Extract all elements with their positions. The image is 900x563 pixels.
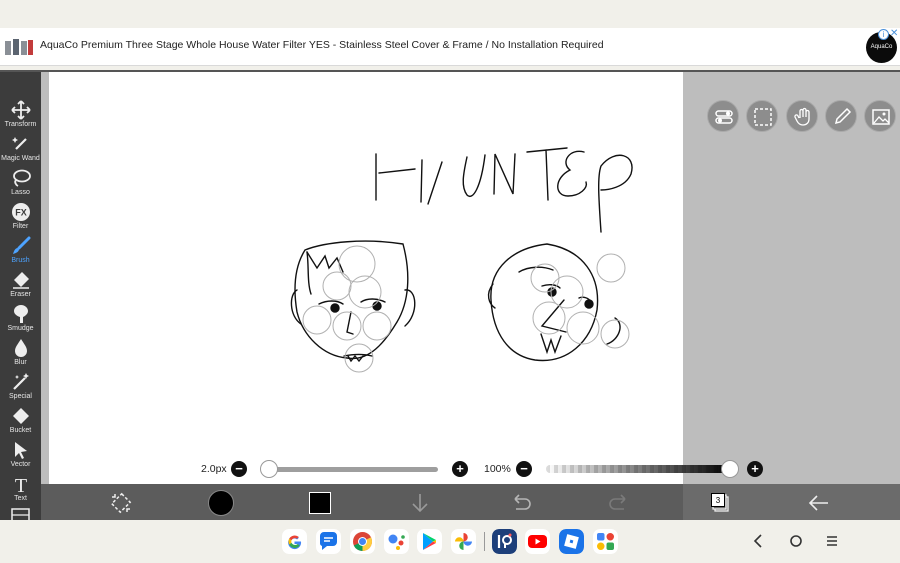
eyedropper-button[interactable]	[825, 100, 857, 132]
assistant-app-icon[interactable]	[384, 529, 409, 554]
text-icon: T	[14, 475, 26, 494]
roblox-app-icon[interactable]	[559, 529, 584, 554]
tool-label: Smudge	[7, 325, 34, 332]
tool-label: Text	[14, 495, 27, 502]
tool-lasso[interactable]: Lasso	[0, 168, 41, 202]
tool-blur[interactable]: Blur	[0, 338, 41, 372]
tool-label: Lasso	[11, 189, 30, 196]
nav-home-icon[interactable]	[786, 531, 806, 551]
ibispaint-app-icon[interactable]	[492, 529, 517, 554]
tool-label: Bucket	[9, 427, 32, 434]
sketch-artwork	[290, 147, 633, 373]
image-material-button[interactable]	[864, 100, 896, 132]
dock-divider	[484, 532, 485, 551]
tool-label: Filter	[12, 223, 29, 230]
drawing-app: Transform Magic Wand Lasso FX Filter Bru…	[0, 70, 900, 522]
layer-count-badge: 3	[711, 493, 725, 507]
transform-icon	[10, 100, 31, 120]
google-app-icon[interactable]	[282, 529, 307, 554]
eraser-icon	[12, 272, 29, 289]
special-icon	[12, 373, 29, 390]
tool-label: Eraser	[10, 291, 31, 298]
filter-icon: FX	[11, 203, 30, 221]
bottom-action-bar: 3	[41, 484, 900, 522]
svg-text:FX: FX	[15, 208, 27, 218]
youtube-app-icon[interactable]	[525, 529, 550, 554]
back-arrow-icon[interactable]	[806, 491, 832, 515]
tool-text[interactable]: T Text	[0, 474, 41, 508]
tool-label: Brush	[11, 257, 30, 264]
water-filter-product-icon	[5, 39, 33, 55]
bucket-icon	[12, 408, 29, 424]
system-navigation-bar	[0, 520, 900, 563]
opacity-slider-thumb[interactable]	[721, 460, 739, 478]
drawing-canvas[interactable]	[49, 72, 683, 484]
play-store-app-icon[interactable]	[417, 529, 442, 554]
canvas-area[interactable]	[41, 72, 900, 484]
photos-app-icon[interactable]	[451, 529, 476, 554]
tool-vector[interactable]: Vector	[0, 440, 41, 474]
eyedropper-icon	[834, 107, 852, 125]
tool-bucket[interactable]: Bucket	[0, 406, 41, 440]
tool-label: Transform	[4, 121, 37, 128]
undo-icon[interactable]	[507, 491, 533, 515]
tool-eraser[interactable]: Eraser	[0, 270, 41, 304]
brush-slider-bar: 2.0px − + 100% − +	[41, 454, 900, 484]
svg-text:T: T	[14, 475, 26, 494]
opacity-slider[interactable]	[546, 465, 731, 473]
magic-wand-icon	[11, 137, 27, 150]
nav-back-icon[interactable]	[748, 531, 768, 551]
tool-filter[interactable]: FX Filter	[0, 202, 41, 236]
brush-size-slider-thumb[interactable]	[260, 460, 278, 478]
brush-color-swatch[interactable]	[208, 490, 234, 516]
ad-info-icon[interactable]: i	[878, 29, 889, 40]
chrome-app-icon[interactable]	[350, 529, 375, 554]
opacity-label: 100%	[484, 463, 511, 475]
tool-label: Blur	[14, 359, 27, 366]
color-picker-square[interactable]	[309, 492, 331, 514]
blur-icon	[14, 339, 27, 357]
tool-brush[interactable]: Brush	[0, 236, 41, 270]
redo-icon[interactable]	[607, 491, 633, 515]
toggle-icon	[715, 110, 733, 124]
opacity-increase-button[interactable]: +	[747, 461, 763, 477]
hand-icon	[794, 107, 810, 126]
size-increase-button[interactable]: +	[452, 461, 468, 477]
apps-drawer-icon[interactable]	[593, 529, 618, 554]
tool-magic-wand[interactable]: Magic Wand	[0, 134, 41, 168]
nav-recents-icon[interactable]	[822, 531, 842, 551]
tool-label: Vector	[10, 461, 31, 468]
messages-app-icon[interactable]	[316, 529, 341, 554]
tool-transform[interactable]: Transform	[0, 100, 41, 134]
canvas-rotate-icon[interactable]	[108, 491, 134, 515]
selection-button[interactable]	[746, 100, 778, 132]
tool-sidebar: Transform Magic Wand Lasso FX Filter Bru…	[0, 72, 41, 522]
opacity-decrease-button[interactable]: −	[516, 461, 532, 477]
hand-tool-button[interactable]	[786, 100, 818, 132]
tool-smudge[interactable]: Smudge	[0, 304, 41, 338]
brush-icon	[12, 236, 30, 254]
selection-icon	[754, 108, 772, 126]
size-decrease-button[interactable]: −	[231, 461, 247, 477]
ad-banner[interactable]: AquaCo Premium Three Stage Whole House W…	[0, 28, 900, 66]
settings-toggle-button[interactable]	[707, 100, 739, 132]
image-icon	[872, 109, 890, 125]
tool-special[interactable]: Special	[0, 372, 41, 406]
ad-headline[interactable]: AquaCo Premium Three Stage Whole House W…	[40, 39, 604, 51]
vector-icon	[14, 442, 27, 459]
tool-label: Special	[9, 393, 32, 400]
brush-size-label: 2.0px	[201, 463, 227, 475]
lasso-icon	[12, 169, 31, 187]
down-arrow-icon[interactable]	[407, 491, 433, 515]
smudge-icon	[13, 305, 28, 323]
ad-close-icon[interactable]: ✕	[890, 29, 898, 39]
brush-size-slider[interactable]	[268, 467, 438, 472]
tool-label: Magic Wand	[1, 155, 40, 162]
